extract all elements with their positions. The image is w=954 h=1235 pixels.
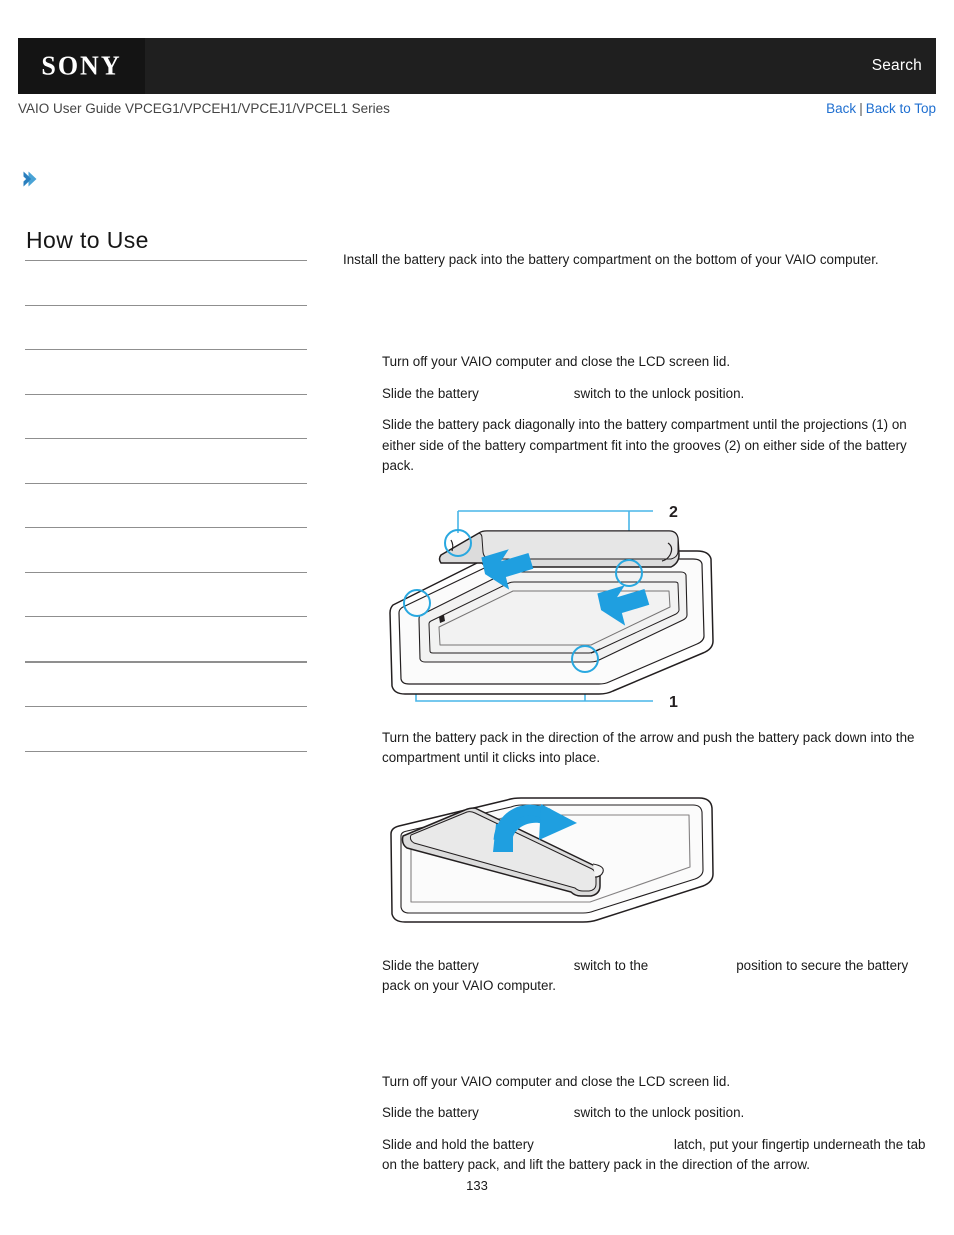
- sidebar-item-4[interactable]: [25, 438, 307, 483]
- back-to-top-link[interactable]: Back to Top: [866, 101, 936, 116]
- sidebar-item-2[interactable]: [25, 349, 307, 394]
- sidebar: How to Use: [25, 227, 307, 752]
- install-step-4: Turn the battery pack in the direction o…: [382, 729, 915, 766]
- install-steps: Turn off your VAIO computer and close th…: [382, 352, 933, 477]
- breadcrumb: [22, 170, 322, 194]
- battery-install-diagram: 2 1: [381, 493, 721, 718]
- install-step-3: Slide the battery pack diagonally into t…: [382, 417, 907, 473]
- search-link[interactable]: Search: [872, 38, 922, 94]
- main-content: Install the battery pack into the batter…: [343, 250, 933, 1187]
- remove-step-3-part-a: Slide and hold the battery: [382, 1136, 534, 1152]
- install-step-5-part-b: switch to the: [573, 957, 649, 973]
- sidebar-item-8[interactable]: [25, 616, 307, 661]
- sidebar-item-3[interactable]: [25, 393, 307, 439]
- remove-step-2: Slide the battery switch to the unlock po…: [382, 1103, 933, 1124]
- back-link[interactable]: Back: [826, 101, 856, 116]
- sidebar-item-5[interactable]: [25, 482, 307, 528]
- remove-section-heading: [343, 1052, 933, 1072]
- install-step-5: Slide the battery switch to the position t…: [382, 956, 933, 997]
- sidebar-item-9[interactable]: [25, 660, 307, 707]
- guide-title: VAIO User Guide VPCEG1/VPCEH1/VPCEJ1/VPC…: [18, 101, 390, 116]
- remove-step-1: Turn off your VAIO computer and close th…: [382, 1073, 731, 1089]
- install-step-2-part-a: Slide the battery: [382, 385, 479, 401]
- sidebar-bottom-divider: [25, 750, 307, 752]
- install-step-1: Turn off your VAIO computer and close th…: [382, 354, 731, 369]
- remove-step-2-part-b: switch to the unlock position.: [573, 1105, 745, 1120]
- page-number: 133: [466, 1178, 488, 1193]
- callout-label-2: 2: [669, 504, 678, 521]
- remove-steps: Turn off your VAIO computer and close th…: [382, 1072, 933, 1176]
- sony-logo-box[interactable]: SONY: [18, 38, 145, 94]
- callout-label-1: 1: [669, 694, 678, 711]
- install-steps-continued-2: Slide the battery switch to the position t…: [382, 956, 933, 997]
- intro-paragraph: Install the battery pack into the batter…: [343, 252, 879, 267]
- sidebar-item-7[interactable]: [25, 571, 307, 617]
- install-step-5-part-a: Slide the battery: [382, 957, 479, 973]
- battery-rotate-diagram: [381, 790, 721, 940]
- sidebar-item-1[interactable]: [25, 304, 307, 350]
- sony-logo-text: SONY: [41, 50, 122, 81]
- remove-step-2-part-a: Slide the battery: [382, 1105, 479, 1120]
- install-section-heading: [343, 332, 933, 352]
- install-steps-continued-1: Turn the battery pack in the direction o…: [382, 728, 933, 769]
- install-step-2: Slide the battery switch to the unlock po…: [382, 384, 933, 405]
- remove-step-3: Slide and hold the battery latch, put you…: [382, 1135, 933, 1176]
- chevron-right-icon[interactable]: [22, 170, 38, 188]
- sidebar-title: How to Use: [26, 227, 149, 253]
- sidebar-item-0[interactable]: [25, 260, 307, 305]
- nav-separator: |: [859, 101, 863, 116]
- subheader: VAIO User Guide VPCEG1/VPCEH1/VPCEJ1/VPC…: [18, 101, 936, 123]
- sidebar-item-6[interactable]: [25, 527, 307, 572]
- site-header: SONY Search: [18, 38, 936, 94]
- header-nav-links: Back | Back to Top: [826, 101, 936, 116]
- sidebar-item-10[interactable]: [25, 706, 307, 751]
- install-step-2-part-b: switch to the unlock position.: [573, 385, 745, 401]
